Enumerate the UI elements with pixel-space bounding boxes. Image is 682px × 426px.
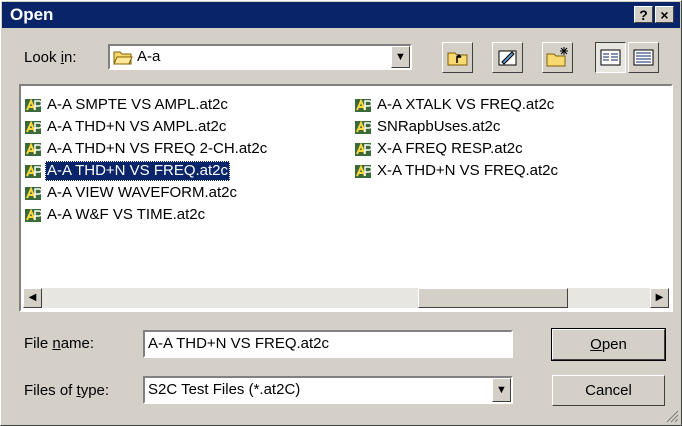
- file-item-label: A-A THD+N VS AMPL.at2c: [47, 118, 227, 135]
- help-button[interactable]: ?: [634, 6, 653, 23]
- open-button[interactable]: Open: [551, 328, 666, 361]
- at2c-file-icon: [25, 142, 43, 156]
- file-name-label: File name:: [24, 335, 95, 352]
- file-list[interactable]: A-A SMPTE VS AMPL.at2c A-A THD+N VS AMPL.…: [19, 84, 673, 312]
- file-item-label: A-A SMPTE VS AMPL.at2c: [47, 96, 228, 113]
- at2c-file-icon: [25, 120, 43, 134]
- look-in-label: Look in:: [24, 49, 77, 66]
- list-view-button[interactable]: [595, 42, 626, 73]
- look-in-dropdown[interactable]: A-a ▼: [108, 44, 412, 70]
- at2c-file-icon: [25, 208, 43, 222]
- file-item-label: X-A THD+N VS FREQ.at2c: [377, 162, 559, 179]
- close-button[interactable]: ×: [655, 6, 674, 23]
- file-type-dropdown[interactable]: S2C Test Files (*.at2C) ▼: [143, 376, 513, 404]
- at2c-file-icon: [355, 98, 373, 112]
- file-type-label: Files of type:: [24, 382, 110, 399]
- at2c-file-icon: [355, 142, 373, 156]
- file-type-value: S2C Test Files (*.at2C): [148, 381, 301, 398]
- new-folder-button[interactable]: [542, 42, 573, 73]
- file-item-label: X-A FREQ RESP.at2c: [377, 140, 523, 157]
- desktop-icon: [498, 50, 517, 66]
- at2c-file-icon: [25, 186, 43, 200]
- scroll-right-button[interactable]: ▶: [650, 288, 669, 308]
- up-one-level-button[interactable]: [442, 42, 473, 73]
- resize-grip-icon[interactable]: [665, 409, 679, 423]
- file-item-label: A-A VIEW WAVEFORM.at2c: [47, 184, 238, 201]
- at2c-file-icon: [25, 98, 43, 112]
- new-folder-icon: [546, 47, 568, 67]
- up-folder-icon: [447, 52, 468, 66]
- folder-open-icon: [113, 51, 133, 65]
- file-item-label: A-A W&F VS TIME.at2c: [47, 206, 206, 223]
- file-type-dropdown-button[interactable]: ▼: [492, 378, 511, 402]
- at2c-file-icon: [25, 164, 43, 178]
- scroll-left-button[interactable]: ◀: [23, 288, 42, 308]
- file-name-value: A-A THD+N VS FREQ.at2c: [148, 335, 330, 352]
- window-title: Open: [10, 5, 54, 24]
- list-view-icon: [600, 49, 621, 66]
- scroll-thumb[interactable]: [418, 288, 568, 308]
- at2c-file-icon: [355, 164, 373, 178]
- file-item-label: A-A THD+N VS FREQ.at2c: [45, 161, 231, 181]
- at2c-file-icon: [355, 120, 373, 134]
- look-in-dropdown-button[interactable]: ▼: [391, 46, 410, 68]
- file-item-label: A-A XTALK VS FREQ.at2c: [377, 96, 555, 113]
- file-name-input[interactable]: A-A THD+N VS FREQ.at2c: [143, 330, 513, 358]
- details-view-button[interactable]: [628, 42, 659, 73]
- horizontal-scrollbar[interactable]: ◀ ▶: [23, 288, 669, 308]
- file-item-label: A-A THD+N VS FREQ 2-CH.at2c: [47, 140, 268, 157]
- cancel-button[interactable]: Cancel: [552, 375, 665, 406]
- details-view-icon: [633, 49, 654, 66]
- file-item-label: SNRapbUses.at2c: [377, 118, 501, 135]
- look-in-value: A-a: [137, 48, 161, 65]
- open-dialog: Open ? × Look in: A-a ▼ A-A SMPTE VS AMP…: [0, 0, 682, 426]
- desktop-button[interactable]: [492, 42, 523, 73]
- title-bar[interactable]: Open ? ×: [2, 2, 680, 28]
